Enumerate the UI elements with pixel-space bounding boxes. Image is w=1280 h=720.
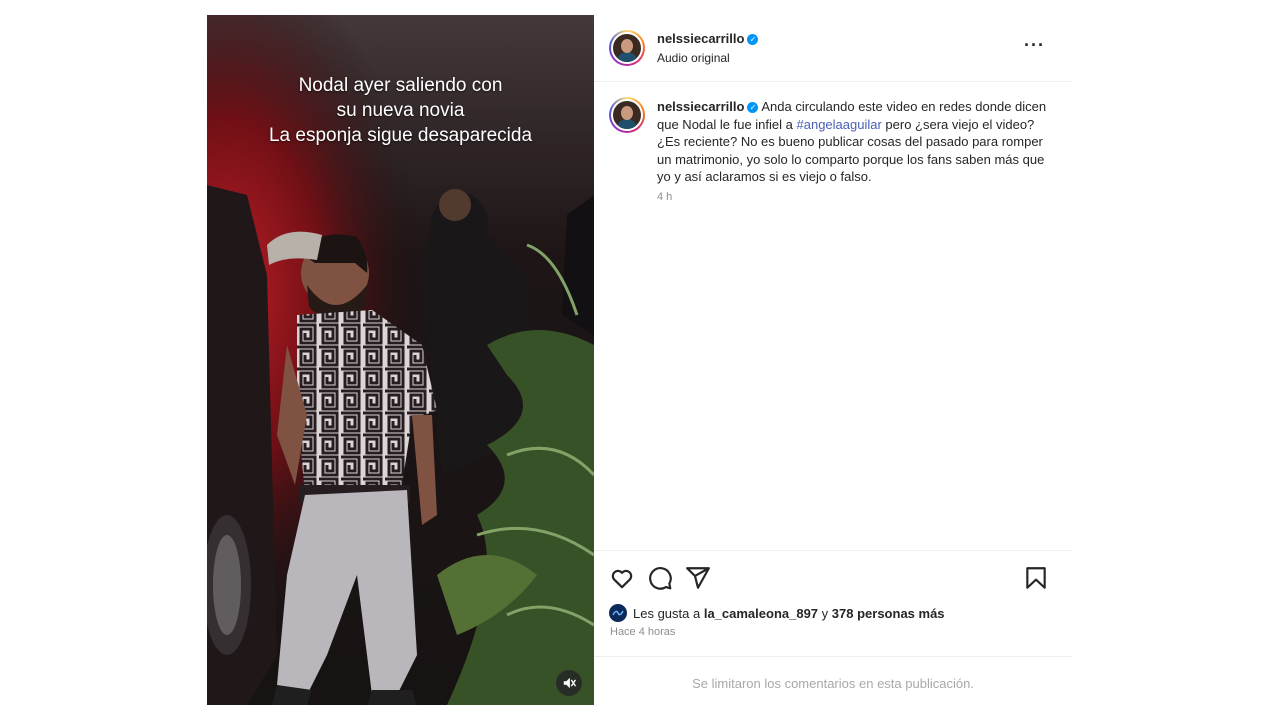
- heart-icon[interactable]: [609, 565, 635, 591]
- bookmark-icon[interactable]: [1023, 565, 1049, 591]
- speaker-muted-icon: [563, 677, 576, 689]
- author-name-line: nelssiecarrillo ✓: [657, 31, 759, 46]
- caption-author-avatar[interactable]: [609, 97, 645, 133]
- author-avatar[interactable]: [609, 30, 645, 66]
- liker-logo-icon: [612, 610, 624, 616]
- hashtag-link[interactable]: #angelaaguilar: [797, 117, 882, 132]
- likes-prefix: Les gusta a: [633, 605, 701, 621]
- verified-badge-icon: ✓: [747, 34, 759, 45]
- overlay-line: La esponja sigue desaparecida: [268, 125, 533, 146]
- instagram-post: Nodal ayer saliendo con su nueva novia L…: [207, 15, 1072, 705]
- mute-toggle-button[interactable]: [556, 670, 582, 696]
- more-options-icon[interactable]: ···: [1024, 35, 1045, 56]
- audio-label[interactable]: Audio original: [657, 51, 730, 65]
- overlay-line: Nodal ayer saliendo con: [298, 75, 503, 96]
- likes-others-link[interactable]: 378 personas más: [832, 606, 945, 621]
- liker-avatar[interactable]: [609, 604, 627, 622]
- video-text-overlay: Nodal ayer saliendo con su nueva novia L…: [207, 73, 594, 148]
- liker-username[interactable]: la_camaleona_897: [704, 606, 818, 621]
- likes-summary: Les gusta a la_camaleona_897 y 378 perso…: [609, 604, 945, 622]
- comments-limited-notice: Se limitaron los comentarios en esta pub…: [594, 656, 1072, 706]
- share-icon[interactable]: [685, 565, 711, 591]
- post-time-ago[interactable]: Hace 4 horas: [610, 626, 675, 638]
- post-details-panel: nelssiecarrillo ✓ Audio original ··· nels…: [594, 15, 1072, 705]
- post-caption: nelssiecarrillo ✓ Anda circulando este vi…: [657, 98, 1047, 186]
- post-header: nelssiecarrillo ✓ Audio original ···: [594, 15, 1072, 82]
- overlay-line: su nueva novia: [336, 100, 465, 121]
- caption-username[interactable]: nelssiecarrillo: [657, 99, 744, 114]
- comment-icon[interactable]: [647, 565, 673, 591]
- caption-timestamp[interactable]: 4 h: [657, 191, 672, 203]
- author-username[interactable]: nelssiecarrillo: [657, 31, 744, 46]
- verified-badge-icon: ✓: [747, 102, 759, 113]
- likes-joiner: y: [821, 605, 829, 621]
- post-video[interactable]: Nodal ayer saliendo con su nueva novia L…: [207, 15, 594, 705]
- action-bar: [594, 550, 1072, 591]
